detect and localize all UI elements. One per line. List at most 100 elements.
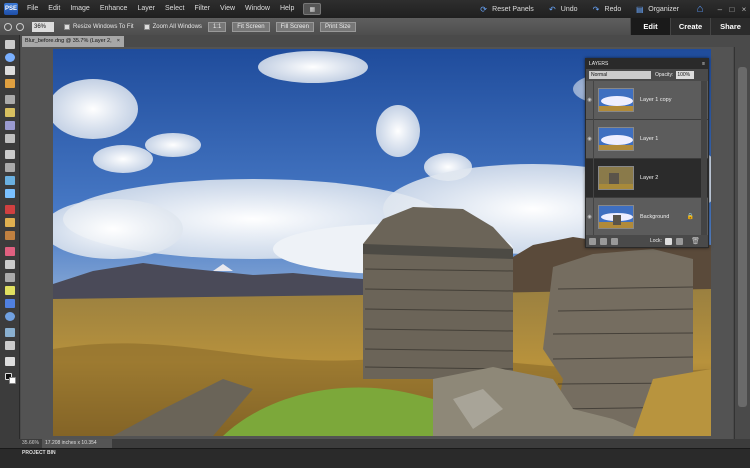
- resize-windows-checkbox[interactable]: [64, 23, 70, 30]
- layers-scrollbar[interactable]: [701, 81, 707, 236]
- menu-image[interactable]: Image: [65, 0, 94, 18]
- lock-all-icon[interactable]: [675, 237, 683, 245]
- organizer-button[interactable]: ▤ Organizer: [628, 0, 686, 18]
- status-zoom[interactable]: 35.66%: [22, 439, 42, 448]
- menu-enhance[interactable]: Enhance: [95, 0, 133, 18]
- fit-screen-button[interactable]: Fit Screen: [232, 21, 270, 32]
- menu-layer[interactable]: Layer: [132, 0, 160, 18]
- brush-tool-icon[interactable]: [5, 260, 15, 269]
- visibility-eye-icon[interactable]: ◉: [586, 197, 594, 237]
- panel-menu-icon[interactable]: ≡: [702, 59, 705, 69]
- resize-windows-label: Resize Windows To Fit: [73, 23, 134, 30]
- zoom-all-checkbox[interactable]: [143, 23, 150, 30]
- gradient-icon[interactable]: [5, 299, 15, 308]
- reset-panels-button[interactable]: ⟳ Reset Panels: [472, 0, 541, 18]
- lock-icon: 🔒: [686, 214, 694, 220]
- organizer-icon: ▤: [635, 4, 644, 14]
- layers-panel-title: LAYERS: [589, 61, 609, 67]
- shape-tool-icon[interactable]: [5, 312, 15, 321]
- sponge-tool-icon[interactable]: [5, 341, 15, 350]
- document-tab[interactable]: Blur_before.dng @ 35.7% (Layer 2, RGB/8)…: [22, 36, 124, 55]
- selection-brush-icon[interactable]: [5, 134, 15, 143]
- status-bar: 35.66% 17.208 inches x 10.354 inches: [0, 439, 750, 455]
- menu-filter[interactable]: Filter: [189, 0, 215, 18]
- zoom-all-label: Zoom All Windows: [152, 23, 202, 30]
- menu-help[interactable]: Help: [275, 0, 299, 18]
- layer-name: Layer 1: [640, 136, 659, 142]
- opacity-label: Opacity:: [655, 72, 674, 78]
- tab-share[interactable]: Share: [710, 18, 750, 35]
- close-icon[interactable]: ×: [742, 5, 747, 14]
- lock-label: Lock:: [650, 238, 662, 244]
- type-tool-icon[interactable]: [5, 150, 15, 159]
- fill-screen-button[interactable]: Fill Screen: [275, 21, 314, 32]
- layer-row[interactable]: ◉ Layer 1: [586, 119, 708, 159]
- clone-stamp-icon[interactable]: [5, 231, 15, 240]
- smart-brush-icon[interactable]: [5, 273, 15, 282]
- zoom-field[interactable]: 36%: [32, 21, 54, 32]
- layers-options: Normal Opacity: 100%: [586, 69, 708, 81]
- layer-thumbnail: [598, 205, 634, 229]
- marquee-tool-icon[interactable]: [5, 95, 15, 104]
- scrollbar-thumb[interactable]: [738, 67, 747, 407]
- vertical-scrollbar[interactable]: [734, 47, 750, 439]
- blur-tool-icon[interactable]: [5, 328, 15, 337]
- menu-window[interactable]: Window: [240, 0, 275, 18]
- visibility-eye-icon[interactable]: [586, 158, 594, 198]
- adjustment-layer-icon[interactable]: [600, 237, 607, 245]
- close-document-icon[interactable]: ×: [117, 36, 120, 47]
- tab-create[interactable]: Create: [670, 18, 710, 35]
- red-eye-icon[interactable]: [5, 205, 15, 214]
- minimize-icon[interactable]: –: [718, 5, 722, 14]
- layer-mask-icon[interactable]: [611, 237, 618, 245]
- opacity-field[interactable]: 100%: [676, 71, 695, 79]
- straighten-icon[interactable]: [5, 189, 15, 198]
- home-icon[interactable]: ⌂: [694, 3, 706, 15]
- project-bin[interactable]: PROJECT BIN: [0, 448, 750, 468]
- document-info[interactable]: 17.208 inches x 10.354 inches: [42, 439, 112, 455]
- cookie-cutter-icon[interactable]: [5, 176, 15, 185]
- new-layer-icon[interactable]: [589, 237, 596, 245]
- toolbox: [0, 35, 20, 443]
- layer-thumbnail: [598, 88, 634, 112]
- menu-select[interactable]: Select: [160, 0, 189, 18]
- layers-panel-header[interactable]: LAYERS ≡: [586, 59, 708, 69]
- zoom-in-icon[interactable]: [4, 22, 12, 31]
- layer-row-active[interactable]: Layer 2: [586, 158, 708, 198]
- tab-edit[interactable]: Edit: [630, 18, 670, 35]
- maximize-icon[interactable]: □: [729, 5, 734, 14]
- blend-mode-select[interactable]: Normal: [589, 71, 651, 79]
- mode-tabs: Edit Create Share: [630, 18, 750, 35]
- print-size-button[interactable]: Print Size: [319, 21, 356, 32]
- visibility-eye-icon[interactable]: ◉: [586, 119, 594, 159]
- zoom-out-icon[interactable]: [16, 22, 24, 31]
- trash-icon[interactable]: 🗑: [691, 237, 700, 245]
- redo-button[interactable]: ↷ Redo: [585, 0, 629, 18]
- undo-button[interactable]: ↶ Undo: [541, 0, 585, 18]
- reset-icon: ⟳: [480, 4, 487, 14]
- actual-pixels-button[interactable]: 1:1: [207, 21, 227, 32]
- lasso-tool-icon[interactable]: [5, 108, 15, 117]
- magic-wand-icon[interactable]: [5, 121, 15, 130]
- eyedropper-icon[interactable]: [5, 79, 15, 88]
- move-tool-icon[interactable]: [5, 40, 15, 49]
- lock-transparency-icon[interactable]: [664, 237, 672, 245]
- menu-view[interactable]: View: [215, 0, 240, 18]
- arrange-dropdown-icon[interactable]: ▦: [303, 3, 322, 15]
- menu-edit[interactable]: Edit: [43, 0, 65, 18]
- paint-bucket-icon[interactable]: [5, 286, 15, 295]
- healing-brush-icon[interactable]: [5, 218, 15, 227]
- menu-bar: PSE File Edit Image Enhance Layer Select…: [0, 0, 750, 18]
- visibility-eye-icon[interactable]: ◉: [586, 80, 594, 120]
- pencil-tool-icon[interactable]: [5, 357, 15, 366]
- hand-tool-icon[interactable]: [5, 66, 15, 75]
- layers-footer: Lock: 🗑: [586, 235, 708, 247]
- layer-row[interactable]: ◉ Layer 1 copy: [586, 80, 708, 120]
- zoom-tool-icon[interactable]: [5, 53, 15, 62]
- eraser-icon[interactable]: [5, 247, 15, 256]
- menu-file[interactable]: File: [22, 0, 43, 18]
- crop-tool-icon[interactable]: [5, 163, 15, 172]
- layer-row[interactable]: ◉ Background 🔒: [586, 197, 708, 237]
- background-color-icon[interactable]: [9, 377, 16, 384]
- layer-name: Background: [640, 214, 670, 220]
